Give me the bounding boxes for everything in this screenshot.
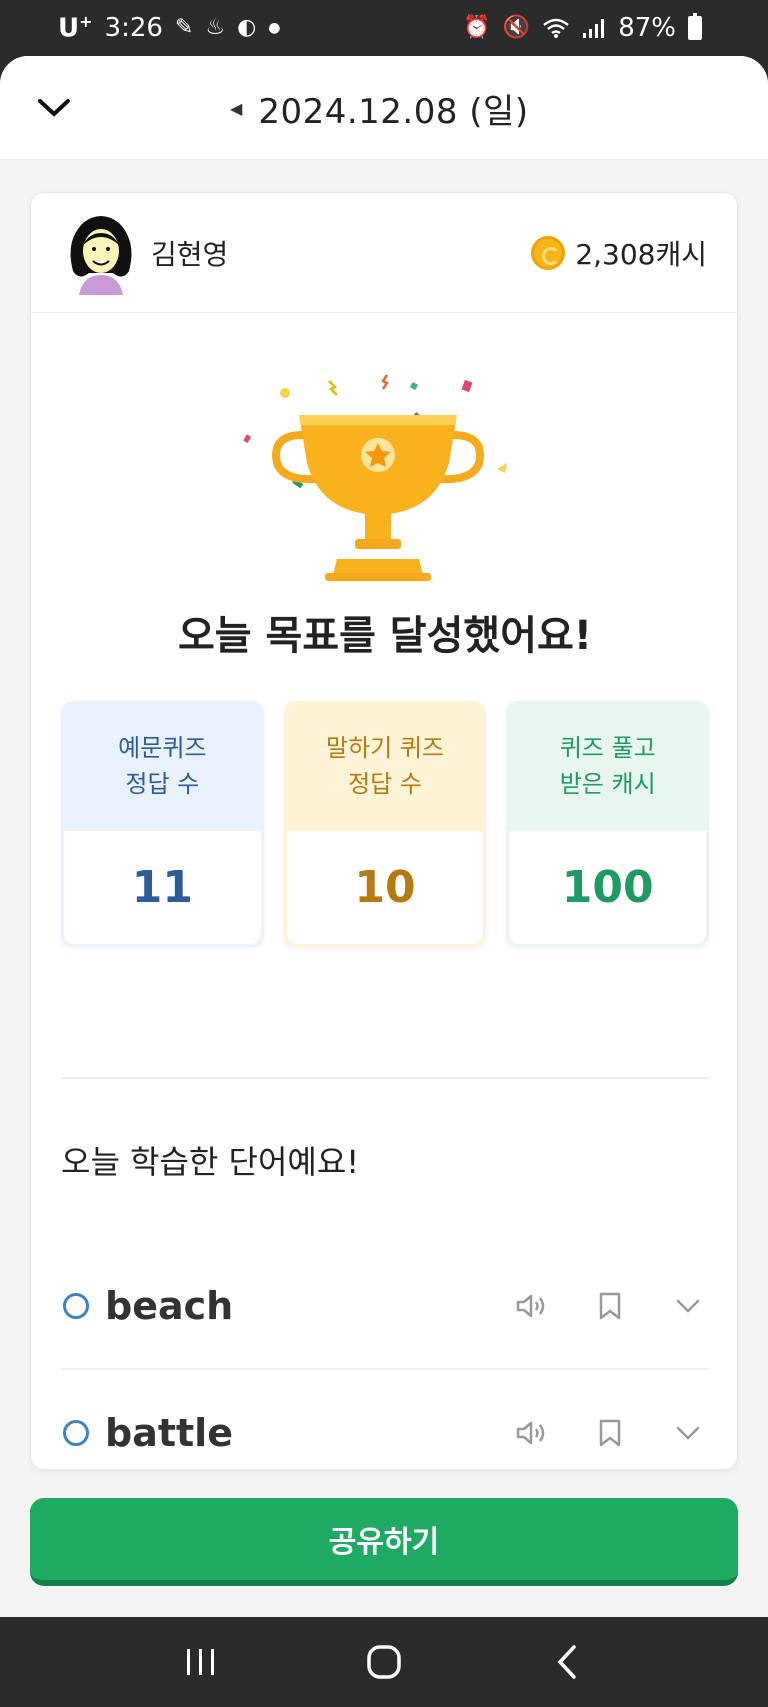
card-header: 김현영 2,308캐시	[31, 193, 737, 313]
stats-row: 예문퀴즈 정답 수 11 말하기 퀴즈 정답 수 10 퀴즈 풀고 받은 캐시 100	[61, 701, 710, 947]
status-circle-icon	[63, 1419, 89, 1446]
recent-apps-button[interactable]	[171, 1632, 231, 1692]
cash-amount: 2,308캐시	[575, 237, 707, 271]
user-name: 김현영	[151, 237, 229, 271]
word-text: beach	[105, 1283, 234, 1328]
stat-label: 퀴즈 풀고 받은 캐시	[559, 734, 656, 798]
trophy-base	[333, 559, 423, 575]
wifi-icon	[543, 18, 570, 38]
stat-cash-earned: 퀴즈 풀고 받은 캐시 100	[506, 701, 710, 947]
more-notifications-icon: ●	[268, 20, 281, 36]
signal-icon	[583, 19, 605, 38]
word-text: battle	[105, 1410, 233, 1455]
pill-icon: ◐	[237, 15, 257, 40]
stat-label: 예문퀴즈 정답 수	[118, 734, 207, 798]
trophy-base	[325, 573, 431, 581]
trophy-cup-shine	[299, 415, 457, 425]
bookmark-icon[interactable]	[593, 1416, 627, 1450]
system-nav-bar	[0, 1617, 768, 1707]
trophy-stem	[365, 513, 391, 543]
status-circle-icon	[63, 1292, 89, 1319]
profile: 김현영	[63, 211, 228, 295]
coin-icon	[531, 235, 566, 270]
word-list: beach battle	[61, 1243, 709, 1469]
avatar	[63, 211, 139, 295]
status-bar: U+ 3:26 ✎ ♨ ◐ ● ⏰ 🔇 87%	[0, 0, 768, 56]
speaker-icon[interactable]	[515, 1289, 549, 1323]
alarm-icon: ⏰	[463, 15, 491, 40]
confetti	[243, 434, 252, 443]
collapse-button[interactable]	[34, 88, 74, 128]
confetti	[497, 463, 507, 473]
back-button[interactable]	[537, 1632, 597, 1692]
divider	[61, 1077, 709, 1079]
stat-value: 11	[64, 831, 261, 944]
confetti	[280, 388, 290, 398]
speaker-icon[interactable]	[515, 1416, 549, 1450]
notification-icon: ✎	[174, 15, 194, 40]
achievement-title: 오늘 목표를 달성했어요!	[177, 613, 593, 659]
chevron-down-icon[interactable]	[671, 1289, 705, 1323]
battery-percent: 87%	[618, 13, 676, 43]
back-icon	[557, 1645, 576, 1679]
stat-label: 말하기 퀴즈 정답 수	[325, 734, 445, 798]
top-bar: ◀ 2024.12.08 (일)	[0, 56, 768, 160]
chevron-down-icon	[38, 99, 70, 117]
bookmark-icon[interactable]	[593, 1289, 627, 1323]
date-navigator: ◀ 2024.12.08 (일)	[230, 84, 529, 133]
confetti	[328, 380, 338, 396]
words-section-title: 오늘 학습한 단어예요!	[61, 1143, 360, 1181]
home-button[interactable]	[354, 1632, 414, 1692]
confetti	[461, 379, 473, 393]
previous-date-icon[interactable]: ◀	[230, 99, 242, 118]
clock: 3:26	[104, 13, 163, 43]
battery-icon	[688, 13, 702, 40]
chevron-down-icon[interactable]	[671, 1416, 705, 1450]
daily-summary-card: 김현영 2,308캐시 오늘 목표를 달성했어요! 예문퀴즈 정답 수 11 말…	[30, 192, 738, 1470]
stat-value: 10	[286, 831, 484, 944]
home-icon	[367, 1645, 401, 1679]
list-item[interactable]: battle	[61, 1370, 709, 1469]
share-button[interactable]: 공유하기	[30, 1498, 738, 1586]
trophy-illustration	[31, 363, 737, 593]
stat-speaking-quiz: 말하기 퀴즈 정답 수 10	[283, 701, 487, 947]
list-item[interactable]: beach	[61, 1243, 709, 1370]
carrier-label: U+	[58, 12, 93, 44]
recent-apps-icon	[187, 1649, 215, 1675]
cash-balance: 2,308캐시	[531, 233, 707, 273]
mute-icon: 🔇	[502, 15, 531, 40]
stat-value: 100	[509, 831, 707, 944]
stat-sentence-quiz: 예문퀴즈 정답 수 11	[61, 701, 264, 947]
confetti	[409, 381, 419, 391]
app-sheet: ◀ 2024.12.08 (일) 김현영 2,308캐시 오늘 목표를 달성했어…	[0, 56, 768, 1617]
trophy-base	[355, 539, 401, 549]
notification-icon: ♨	[205, 15, 226, 40]
date-label: 2024.12.08 (일)	[258, 92, 529, 132]
confetti	[381, 374, 389, 390]
